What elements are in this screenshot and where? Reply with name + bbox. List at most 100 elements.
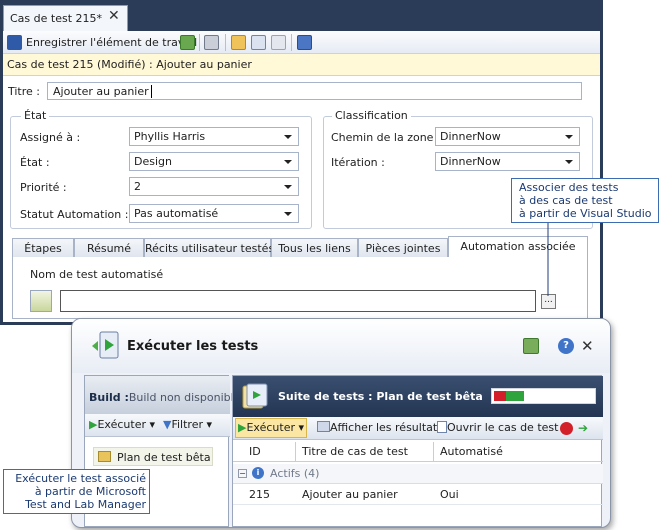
state-combo[interactable]: Design bbox=[129, 152, 299, 171]
filter-button[interactable]: ▼Filtrer ▾ bbox=[163, 418, 212, 431]
navigate-icon[interactable]: ➔ bbox=[578, 421, 588, 435]
close-icon[interactable]: ✕ bbox=[108, 8, 120, 24]
automated-test-icon bbox=[30, 290, 52, 312]
area-path-label: Chemin de la zone : bbox=[331, 131, 441, 144]
refresh-icon[interactable] bbox=[523, 338, 539, 354]
automated-test-name-field[interactable] bbox=[60, 290, 536, 312]
info-bar-text: Cas de test 215 (Modifié) : Ajouter au p… bbox=[7, 58, 252, 71]
run-tests-button-inner: ▶Exécuter ▾ bbox=[238, 421, 304, 434]
cell-automated: Oui bbox=[440, 488, 459, 501]
info-bar: Cas de test 215 (Modifié) : Ajouter au p… bbox=[3, 54, 600, 76]
copy-icon[interactable] bbox=[251, 35, 266, 50]
title-field-value: Ajouter au panier bbox=[53, 85, 149, 98]
suite-header: Suite de tests : Plan de test bêta bbox=[233, 376, 603, 417]
run-tests-label: Exécuter bbox=[246, 421, 295, 434]
run-button[interactable]: ▶Exécuter ▾ bbox=[89, 418, 155, 431]
column-header-title[interactable]: Titre de cas de test bbox=[302, 445, 408, 458]
callout-mtm-line: Test and Lab Manager bbox=[25, 498, 146, 511]
classification-group-legend: Classification bbox=[332, 109, 411, 122]
print-icon[interactable] bbox=[204, 35, 219, 50]
build-header: Build :Build non disponible bbox=[85, 376, 240, 414]
toolbar-separator bbox=[225, 34, 226, 51]
filter-button-label: Filtrer bbox=[171, 418, 203, 431]
save-icon[interactable] bbox=[7, 35, 22, 50]
tab-all-links[interactable]: Tous les liens bbox=[271, 238, 358, 258]
build-label-bold: Build : bbox=[89, 391, 129, 404]
tab-steps[interactable]: Étapes bbox=[12, 238, 74, 258]
callout-mtm-line: Exécuter le test associé bbox=[15, 472, 146, 485]
title-field[interactable]: Ajouter au panier bbox=[47, 82, 582, 100]
tab-label: Tous les liens bbox=[278, 242, 351, 255]
tab-label: Résumé bbox=[86, 242, 132, 255]
column-divider bbox=[295, 442, 296, 462]
work-item-window: Cas de test 215* ✕ Enregistrer l'élément… bbox=[0, 0, 603, 325]
document-tab-strip: Cas de test 215* ✕ bbox=[0, 0, 603, 31]
save-button[interactable]: Enregistrer l'élément de travail bbox=[26, 36, 197, 49]
state-group: État Assigné à : Phyllis Harris État : D… bbox=[10, 109, 312, 229]
chevron-down-icon: ▾ bbox=[294, 421, 305, 434]
assigned-to-label: Assigné à : bbox=[20, 131, 81, 144]
text-caret bbox=[151, 85, 152, 98]
column-header-id[interactable]: ID bbox=[249, 445, 261, 458]
test-manager-header: Exécuter les tests ? ✕ bbox=[72, 319, 610, 373]
priority-combo[interactable]: 2 bbox=[129, 177, 299, 196]
tab-tested-stories[interactable]: Récits utilisateur testés bbox=[144, 238, 275, 258]
open-in-test-manager-icon[interactable] bbox=[297, 35, 312, 50]
group-label: Actifs (4) bbox=[270, 467, 320, 480]
callout-vs-line: Associer des tests bbox=[519, 181, 619, 194]
stop-icon[interactable] bbox=[560, 422, 573, 435]
state-group-legend: État bbox=[21, 109, 50, 122]
automation-panel: Nom de test automatisé ... bbox=[12, 257, 588, 319]
tab-label: Automation associée bbox=[460, 240, 576, 253]
run-tests-icon bbox=[92, 331, 119, 359]
test-plan-item[interactable]: Plan de test bêta bbox=[93, 447, 213, 466]
open-test-case-icon bbox=[437, 421, 447, 433]
cell-title: Ajouter au panier bbox=[302, 488, 398, 501]
open-test-case-button[interactable]: Ouvrir le cas de test bbox=[437, 421, 558, 434]
area-path-combo[interactable]: DinnerNow bbox=[435, 127, 580, 146]
chevron-down-icon bbox=[565, 160, 573, 164]
run-tests-button[interactable]: ▶Exécuter ▾ bbox=[235, 418, 307, 438]
new-linked-item-icon[interactable] bbox=[231, 35, 246, 50]
tab-associated-automation[interactable]: Automation associée bbox=[448, 236, 588, 259]
cell-id: 215 bbox=[249, 488, 270, 501]
help-icon[interactable]: ? bbox=[558, 338, 574, 354]
callout-mtm: Exécuter le test associé à partir de Mic… bbox=[3, 469, 150, 514]
build-label: Build :Build non disponible bbox=[89, 391, 240, 404]
build-label-value: Build non disponible bbox=[128, 391, 241, 404]
run-button-label: Exécuter bbox=[97, 418, 146, 431]
tab-attachments[interactable]: Pièces jointes bbox=[358, 238, 448, 258]
state-value: Design bbox=[134, 155, 172, 168]
chevron-down-icon bbox=[284, 212, 292, 216]
test-plan-label: Plan de test bêta bbox=[117, 451, 211, 464]
tab-summary[interactable]: Résumé bbox=[74, 238, 144, 258]
assigned-to-combo[interactable]: Phyllis Harris bbox=[129, 127, 299, 146]
priority-value: 2 bbox=[134, 180, 141, 193]
assigned-to-value: Phyllis Harris bbox=[134, 130, 206, 143]
document-tab[interactable]: Cas de test 215* ✕ bbox=[3, 5, 128, 31]
chevron-down-icon bbox=[284, 160, 292, 164]
suite-progress-bar bbox=[491, 388, 596, 404]
browse-button[interactable]: ... bbox=[541, 294, 556, 309]
test-manager-title: Exécuter les tests bbox=[127, 339, 259, 354]
template-icon[interactable] bbox=[271, 35, 286, 50]
grid-group-row[interactable]: − i Actifs (4) bbox=[233, 464, 603, 484]
chevron-down-icon: ▾ bbox=[203, 418, 213, 431]
tab-label: Récits utilisateur testés bbox=[145, 242, 275, 255]
refresh-icon[interactable] bbox=[180, 35, 195, 50]
collapse-icon[interactable]: − bbox=[238, 469, 247, 478]
callout-vs: Associer des tests à des cas de test à p… bbox=[511, 178, 659, 223]
automation-status-combo[interactable]: Pas automatisé bbox=[129, 204, 299, 223]
view-results-button[interactable]: Afficher les résultats bbox=[317, 421, 443, 434]
grid-header: ID Titre de cas de test Automatisé bbox=[233, 442, 603, 462]
iteration-combo[interactable]: DinnerNow bbox=[435, 152, 580, 171]
chevron-down-icon bbox=[284, 185, 292, 189]
close-icon[interactable]: ✕ bbox=[581, 338, 597, 354]
progress-failed bbox=[494, 391, 506, 401]
table-row[interactable]: 215 Ajouter au panier Oui bbox=[233, 484, 603, 505]
callout-vs-line: à des cas de test bbox=[519, 194, 613, 207]
state-label: État : bbox=[20, 156, 50, 169]
area-path-value: DinnerNow bbox=[440, 130, 501, 143]
document-tab-label: Cas de test 215* bbox=[10, 12, 103, 25]
column-header-automated[interactable]: Automatisé bbox=[440, 445, 503, 458]
